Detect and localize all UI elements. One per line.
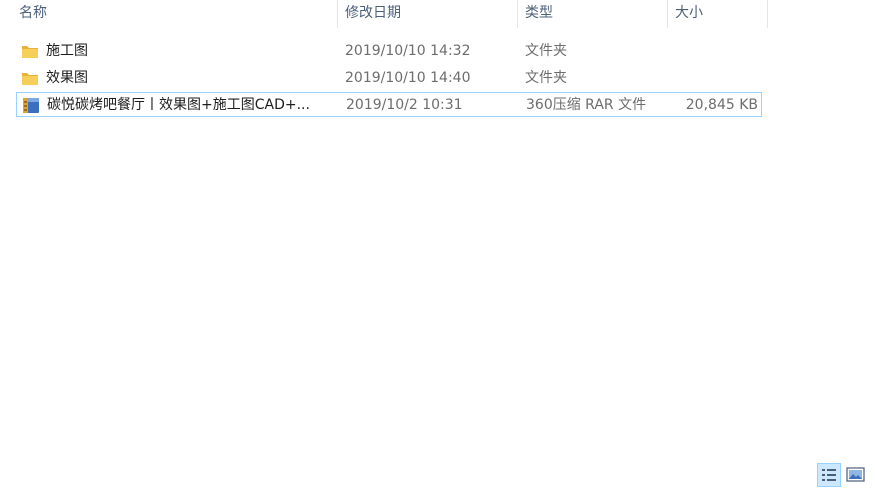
column-header-date[interactable]: 修改日期 (338, 0, 518, 28)
column-header-bar: 名称 ^ 修改日期 类型 大小 (0, 0, 768, 28)
column-header-date-label: 修改日期 (345, 5, 401, 21)
folder-icon (21, 43, 39, 59)
file-date: 2019/10/10 14:32 (345, 39, 515, 64)
file-size: 20,845 KB (668, 93, 758, 118)
folder-icon (21, 70, 39, 86)
rar-archive-icon (22, 96, 40, 112)
column-header-name-label: 名称 (19, 5, 47, 21)
file-size (667, 66, 757, 91)
large-icons-view-icon (844, 463, 868, 487)
file-size (667, 39, 757, 64)
file-date: 2019/10/2 10:31 (346, 93, 516, 118)
column-header-name[interactable]: 名称 ^ (12, 0, 338, 28)
file-type: 文件夹 (525, 39, 665, 64)
large-icons-view-button[interactable] (844, 463, 868, 487)
file-name: 效果图 (46, 66, 338, 91)
file-name: 施工图 (46, 39, 338, 64)
column-header-type[interactable]: 类型 (518, 0, 668, 28)
details-view-button[interactable] (817, 463, 841, 487)
sort-ascending-icon: ^ (180, 0, 188, 2)
file-row[interactable]: 效果图 2019/10/10 14:40 文件夹 (16, 66, 762, 91)
file-date: 2019/10/10 14:40 (345, 66, 515, 91)
file-row-selected[interactable]: 碳悦碳烤吧餐厅丨效果图+施工图CAD+... 2019/10/2 10:31 3… (16, 92, 762, 117)
column-header-type-label: 类型 (525, 5, 553, 21)
file-row[interactable]: 施工图 2019/10/10 14:32 文件夹 (16, 39, 762, 64)
column-header-size[interactable]: 大小 (668, 0, 768, 28)
file-type: 文件夹 (525, 66, 665, 91)
details-view-icon (818, 464, 840, 486)
file-name: 碳悦碳烤吧餐厅丨效果图+施工图CAD+... (47, 93, 339, 118)
view-toggle-group (815, 462, 875, 488)
column-header-size-label: 大小 (675, 5, 703, 21)
file-type: 360压缩 RAR 文件 (526, 93, 666, 118)
